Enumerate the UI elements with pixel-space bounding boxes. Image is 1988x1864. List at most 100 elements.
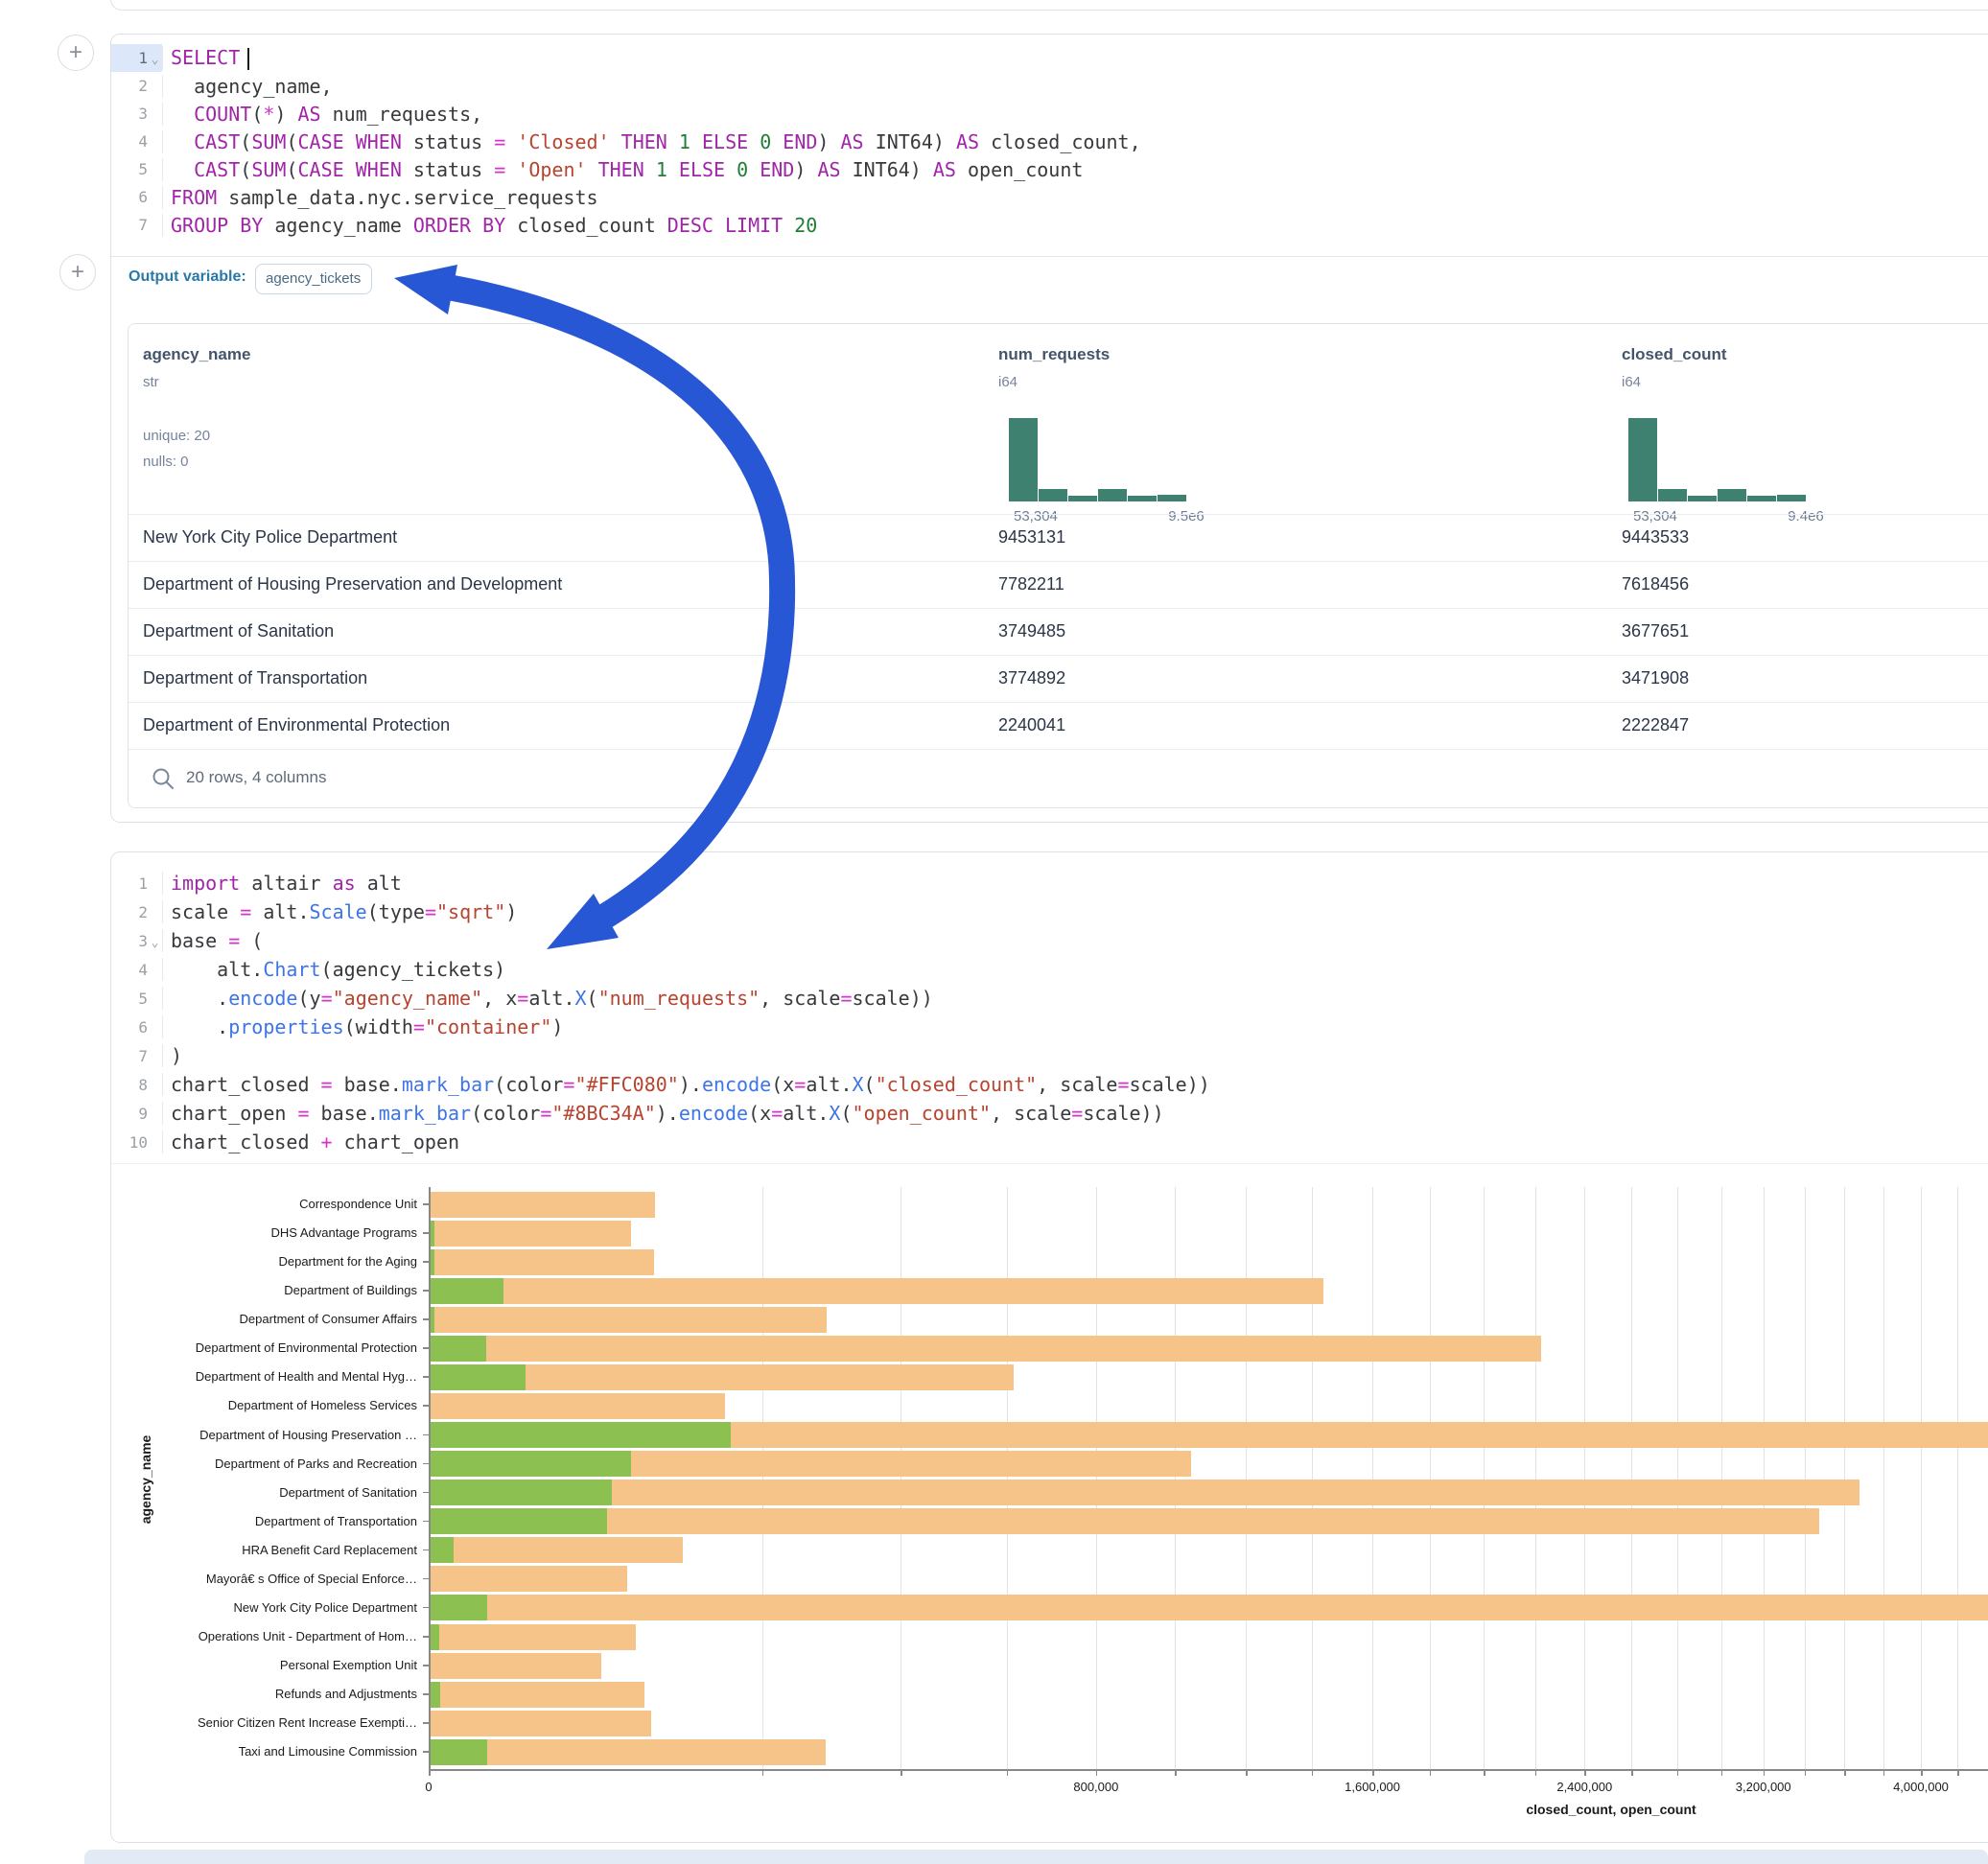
fold-caret-icon[interactable] bbox=[148, 1140, 162, 1144]
code-line[interactable]: 10 chart_closed + chart_open bbox=[111, 1128, 1988, 1156]
line-number: 8 bbox=[111, 1076, 148, 1094]
fold-caret-icon[interactable] bbox=[148, 223, 162, 227]
line-number: 7 bbox=[111, 1047, 148, 1065]
code-line[interactable]: 5 CAST(SUM(CASE WHEN status = 'Open' THE… bbox=[111, 155, 1988, 183]
cell-agency-name: Department of Transportation bbox=[143, 668, 367, 688]
column-name: agency_name bbox=[143, 345, 250, 364]
line-number: 9 bbox=[111, 1105, 148, 1123]
fold-caret-icon[interactable] bbox=[148, 1025, 162, 1029]
histogram-bar bbox=[1747, 496, 1776, 501]
table-row-count: 20 rows, 4 columns bbox=[186, 768, 326, 787]
code-line[interactable]: 6FROM sample_data.nyc.service_requests bbox=[111, 183, 1988, 211]
line-number: 1 bbox=[111, 49, 148, 67]
code-line[interactable]: 6 .properties(width="container") bbox=[111, 1013, 1988, 1041]
fold-caret-icon[interactable]: ⌄ bbox=[148, 932, 162, 950]
histogram-bar bbox=[1777, 495, 1806, 501]
table-footer: 20 rows, 4 columns bbox=[129, 749, 1988, 810]
cell-closed-count: 9443533 bbox=[1622, 527, 1689, 548]
line-number: 3 bbox=[111, 932, 148, 950]
code-text: CAST(SUM(CASE WHEN status = 'Closed' THE… bbox=[162, 130, 1988, 153]
code-line[interactable]: 7) bbox=[111, 1041, 1988, 1070]
code-line[interactable]: 3⌄base = ( bbox=[111, 926, 1988, 955]
histogram-bar bbox=[1098, 489, 1127, 501]
fold-caret-icon[interactable] bbox=[148, 84, 162, 88]
cell-closed-count: 2222847 bbox=[1622, 715, 1689, 735]
fold-caret-icon[interactable] bbox=[148, 140, 162, 144]
code-line[interactable]: 1⌄SELECT bbox=[111, 44, 1988, 72]
cell-agency-name: Department of Housing Preservation and D… bbox=[143, 574, 562, 594]
code-line[interactable]: 2scale = alt.Scale(type="sqrt") bbox=[111, 897, 1988, 926]
add-cell-button-top[interactable]: + bbox=[58, 35, 94, 71]
fold-caret-icon[interactable] bbox=[148, 1111, 162, 1115]
fold-caret-icon[interactable] bbox=[148, 996, 162, 1000]
histogram-bar bbox=[1068, 496, 1097, 501]
cell-agency-name: Department of Sanitation bbox=[143, 621, 334, 641]
code-line[interactable]: 4 CAST(SUM(CASE WHEN status = 'Closed' T… bbox=[111, 128, 1988, 155]
table-row: Department of Sanitation 3749485 3677651 bbox=[129, 608, 1988, 656]
code-line[interactable]: 4 alt.Chart(agency_tickets) bbox=[111, 955, 1988, 984]
column-stat: nulls: 0 bbox=[143, 454, 189, 470]
sql-code-editor[interactable]: 1⌄SELECT2 agency_name,3 COUNT(*) AS num_… bbox=[111, 44, 1988, 239]
column-type: i64 bbox=[1622, 374, 1641, 390]
code-line[interactable]: 9chart_open = base.mark_bar(color="#8BC3… bbox=[111, 1099, 1988, 1128]
cell-num-requests: 3749485 bbox=[998, 621, 1065, 641]
search-icon[interactable] bbox=[151, 766, 175, 791]
code-text: GROUP BY agency_name ORDER BY closed_cou… bbox=[162, 214, 1988, 237]
next-cell-edge bbox=[84, 1850, 1988, 1864]
notebook-page: + + 1⌄SELECT2 agency_name,3 COUNT(*) AS … bbox=[0, 0, 1988, 1864]
column-name: closed_count bbox=[1622, 345, 1727, 364]
code-text: alt.Chart(agency_tickets) bbox=[162, 958, 1988, 981]
fold-caret-icon[interactable] bbox=[148, 1083, 162, 1086]
code-line[interactable]: 3 COUNT(*) AS num_requests, bbox=[111, 100, 1988, 128]
histogram-bar bbox=[1718, 489, 1746, 501]
fold-caret-icon[interactable]: ⌄ bbox=[148, 49, 162, 67]
histogram-bar bbox=[1688, 496, 1717, 501]
code-line[interactable]: 2 agency_name, bbox=[111, 72, 1988, 100]
cell-closed-count: 3677651 bbox=[1622, 621, 1689, 641]
cell-num-requests: 2240041 bbox=[998, 715, 1065, 735]
code-text: import altair as alt bbox=[162, 872, 1988, 895]
fold-caret-icon[interactable] bbox=[148, 1054, 162, 1058]
fold-caret-icon[interactable] bbox=[148, 881, 162, 885]
fold-caret-icon[interactable] bbox=[148, 910, 162, 914]
code-text: base = ( bbox=[162, 929, 1988, 952]
column-type: i64 bbox=[998, 374, 1017, 390]
line-number: 2 bbox=[111, 77, 148, 95]
python-cell-card: 1import altair as alt2scale = alt.Scale(… bbox=[110, 851, 1988, 1843]
table-row: Department of Transportation377489234719… bbox=[129, 655, 1988, 703]
cell-closed-count: 7618456 bbox=[1622, 574, 1689, 594]
result-table-card: agency_namestrunique: 20nulls: 0num_requ… bbox=[128, 323, 1988, 808]
line-number: 7 bbox=[111, 216, 148, 234]
code-text: chart_closed + chart_open bbox=[162, 1130, 1988, 1153]
line-number: 3 bbox=[111, 105, 148, 123]
code-line[interactable]: 5 .encode(y="agency_name", x=alt.X("num_… bbox=[111, 984, 1988, 1013]
fold-caret-icon[interactable] bbox=[148, 112, 162, 116]
code-text: SELECT bbox=[162, 46, 1988, 70]
histogram-bar bbox=[1658, 489, 1687, 501]
line-number: 10 bbox=[111, 1133, 148, 1152]
cell-agency-name: New York City Police Department bbox=[143, 527, 397, 548]
line-number: 6 bbox=[111, 1018, 148, 1037]
table-row: New York City Police Department945313194… bbox=[129, 514, 1988, 562]
line-number: 4 bbox=[111, 132, 148, 151]
fold-caret-icon[interactable] bbox=[148, 967, 162, 971]
histogram-bar bbox=[1128, 496, 1157, 501]
code-line[interactable]: 8chart_closed = base.mark_bar(color="#FF… bbox=[111, 1070, 1988, 1099]
output-variable-row: Output variable: agency_tickets bbox=[111, 256, 1988, 303]
column-type: str bbox=[143, 374, 159, 390]
output-variable-pill[interactable]: agency_tickets bbox=[255, 264, 372, 294]
code-text: FROM sample_data.nyc.service_requests bbox=[162, 186, 1988, 209]
code-text: CAST(SUM(CASE WHEN status = 'Open' THEN … bbox=[162, 158, 1988, 181]
fold-caret-icon[interactable] bbox=[148, 196, 162, 199]
code-line[interactable]: 7 GROUP BY agency_name ORDER BY closed_co… bbox=[111, 211, 1988, 239]
add-cell-button-output[interactable]: + bbox=[59, 254, 96, 291]
code-text: .encode(y="agency_name", x=alt.X("num_re… bbox=[162, 987, 1988, 1010]
code-text: ) bbox=[162, 1044, 1988, 1067]
previous-cell-edge bbox=[110, 0, 1988, 11]
python-code-editor[interactable]: 1import altair as alt2scale = alt.Scale(… bbox=[111, 869, 1988, 1156]
code-line[interactable]: 1import altair as alt bbox=[111, 869, 1988, 897]
cell-num-requests: 3774892 bbox=[998, 668, 1065, 688]
fold-caret-icon[interactable] bbox=[148, 168, 162, 172]
column-histogram bbox=[1009, 418, 1187, 501]
line-number: 4 bbox=[111, 961, 148, 979]
